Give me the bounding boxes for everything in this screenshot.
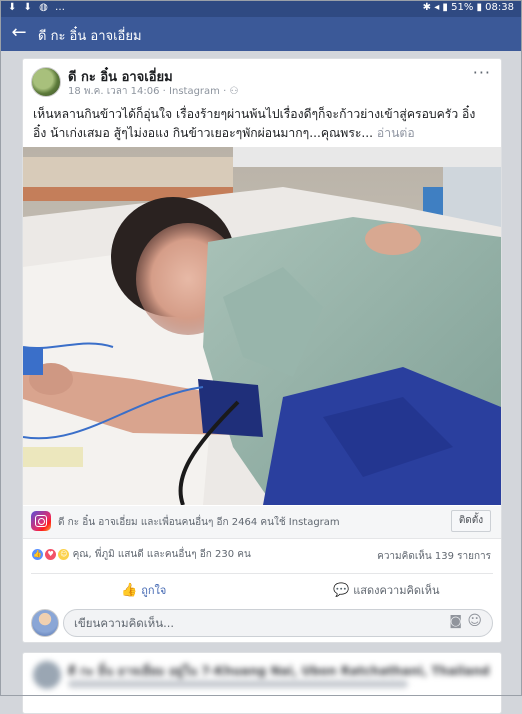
next-post-meta-placeholder: [68, 680, 408, 688]
read-more-link[interactable]: อ่านต่อ: [377, 126, 415, 140]
instagram-icon: [31, 511, 51, 531]
status-bar: ⬇ ⬇ ◍ … ✱ ◂ ▮ 51% ▮ 08:38: [0, 0, 522, 17]
comment-bubble-icon: 💬: [333, 583, 350, 598]
user-avatar: [31, 609, 59, 637]
back-arrow-icon[interactable]: ←: [9, 22, 29, 43]
post-card: ดี กะ อิ๋น อาจเอี่ยม 18 พ.ค. เวลา 14:06 …: [22, 58, 502, 643]
status-left-icons: ⬇ ⬇ ◍ …: [8, 2, 68, 13]
reaction-icons: 👍 ♥ ☺: [31, 547, 71, 561]
post-text: เห็นหลานกินข้าวได้ก็อุ่นใจ เรื่องร้ายๆผ่…: [33, 105, 493, 143]
love-reaction-icon: ♥: [44, 547, 58, 561]
camera-icon[interactable]: ◙: [449, 614, 462, 629]
author-avatar[interactable]: [31, 67, 61, 97]
post-text-line-2-body: อิ๋ง น้าเก่งเสมอ สู้ๆไม่งอแง กินข้าวเยอะ…: [33, 126, 374, 140]
comments-count[interactable]: ความคิดเห็น 139 รายการ: [377, 549, 491, 564]
more-options-icon[interactable]: ···: [473, 63, 491, 82]
page-title: ดี กะ อิ๋น อาจเอี่ยม: [38, 29, 142, 44]
comment-input[interactable]: เขียนความคิดเห็น... ◙ ☺: [63, 609, 493, 637]
like-label: ถูกใจ: [141, 584, 167, 597]
comment-input-placeholder: เขียนความคิดเห็น...: [74, 616, 175, 630]
instagram-attribution[interactable]: ดี กะ อิ๋น อาจเอี่ยม และเพื่อนคนอื่นๆ อี…: [23, 506, 501, 539]
comment-button[interactable]: 💬 แสดงความคิดเห็น: [333, 581, 440, 599]
post-meta: 18 พ.ค. เวลา 14:06 · Instagram · ⚇: [68, 86, 239, 97]
next-post-card[interactable]: ดี กะ อิ๋น อาจเอี่ยม อยู่ใน 7-Khuang Nai…: [22, 652, 502, 714]
next-post-avatar: [33, 661, 61, 689]
like-reaction-icon: 👍: [31, 547, 44, 561]
thumbs-up-icon: 👍: [121, 583, 138, 598]
post-text-line-2: อิ๋ง น้าเก่งเสมอ สู้ๆไม่งอแง กินข้าวเยอะ…: [33, 124, 493, 143]
install-button[interactable]: ติดตั้ง: [451, 510, 491, 532]
post-text-line-1: เห็นหลานกินข้าวได้ก็อุ่นใจ เรื่องร้ายๆผ่…: [33, 107, 476, 121]
instagram-attribution-text: ดี กะ อิ๋น อาจเอี่ยม และเพื่อนคนอื่นๆ อี…: [58, 517, 340, 528]
comment-label: แสดงความคิดเห็น: [353, 584, 440, 597]
haha-reaction-icon: ☺: [57, 547, 71, 561]
reactions-summary[interactable]: 👍 ♥ ☺ คุณ, พี่ภูมิ แสนดี และคนอื่นๆ อีก …: [31, 547, 251, 565]
emoji-icon[interactable]: ☺: [467, 613, 482, 629]
status-right-info: ✱ ◂ ▮ 51% ▮ 08:38: [422, 2, 514, 13]
post-actions: 👍 ถูกใจ 💬 แสดงความคิดเห็น: [31, 573, 493, 606]
next-post-author: ดี กะ อิ๋น อาจเอี่ยม อยู่ใน 7-Khuang Nai…: [68, 664, 490, 678]
reactions-text: คุณ, พี่ภูมิ แสนดี และคนอื่นๆ อีก 230 คน: [72, 549, 251, 560]
post-photo-illustration: [23, 147, 501, 505]
next-post-blurred-content: ดี กะ อิ๋น อาจเอี่ยม อยู่ใน 7-Khuang Nai…: [23, 653, 501, 713]
app-bar: ← ดี กะ อิ๋น อาจเอี่ยม: [0, 17, 522, 51]
comment-composer: เขียนความคิดเห็น... ◙ ☺: [31, 609, 493, 637]
like-button[interactable]: 👍 ถูกใจ: [121, 581, 166, 599]
post-photo[interactable]: [23, 147, 501, 505]
